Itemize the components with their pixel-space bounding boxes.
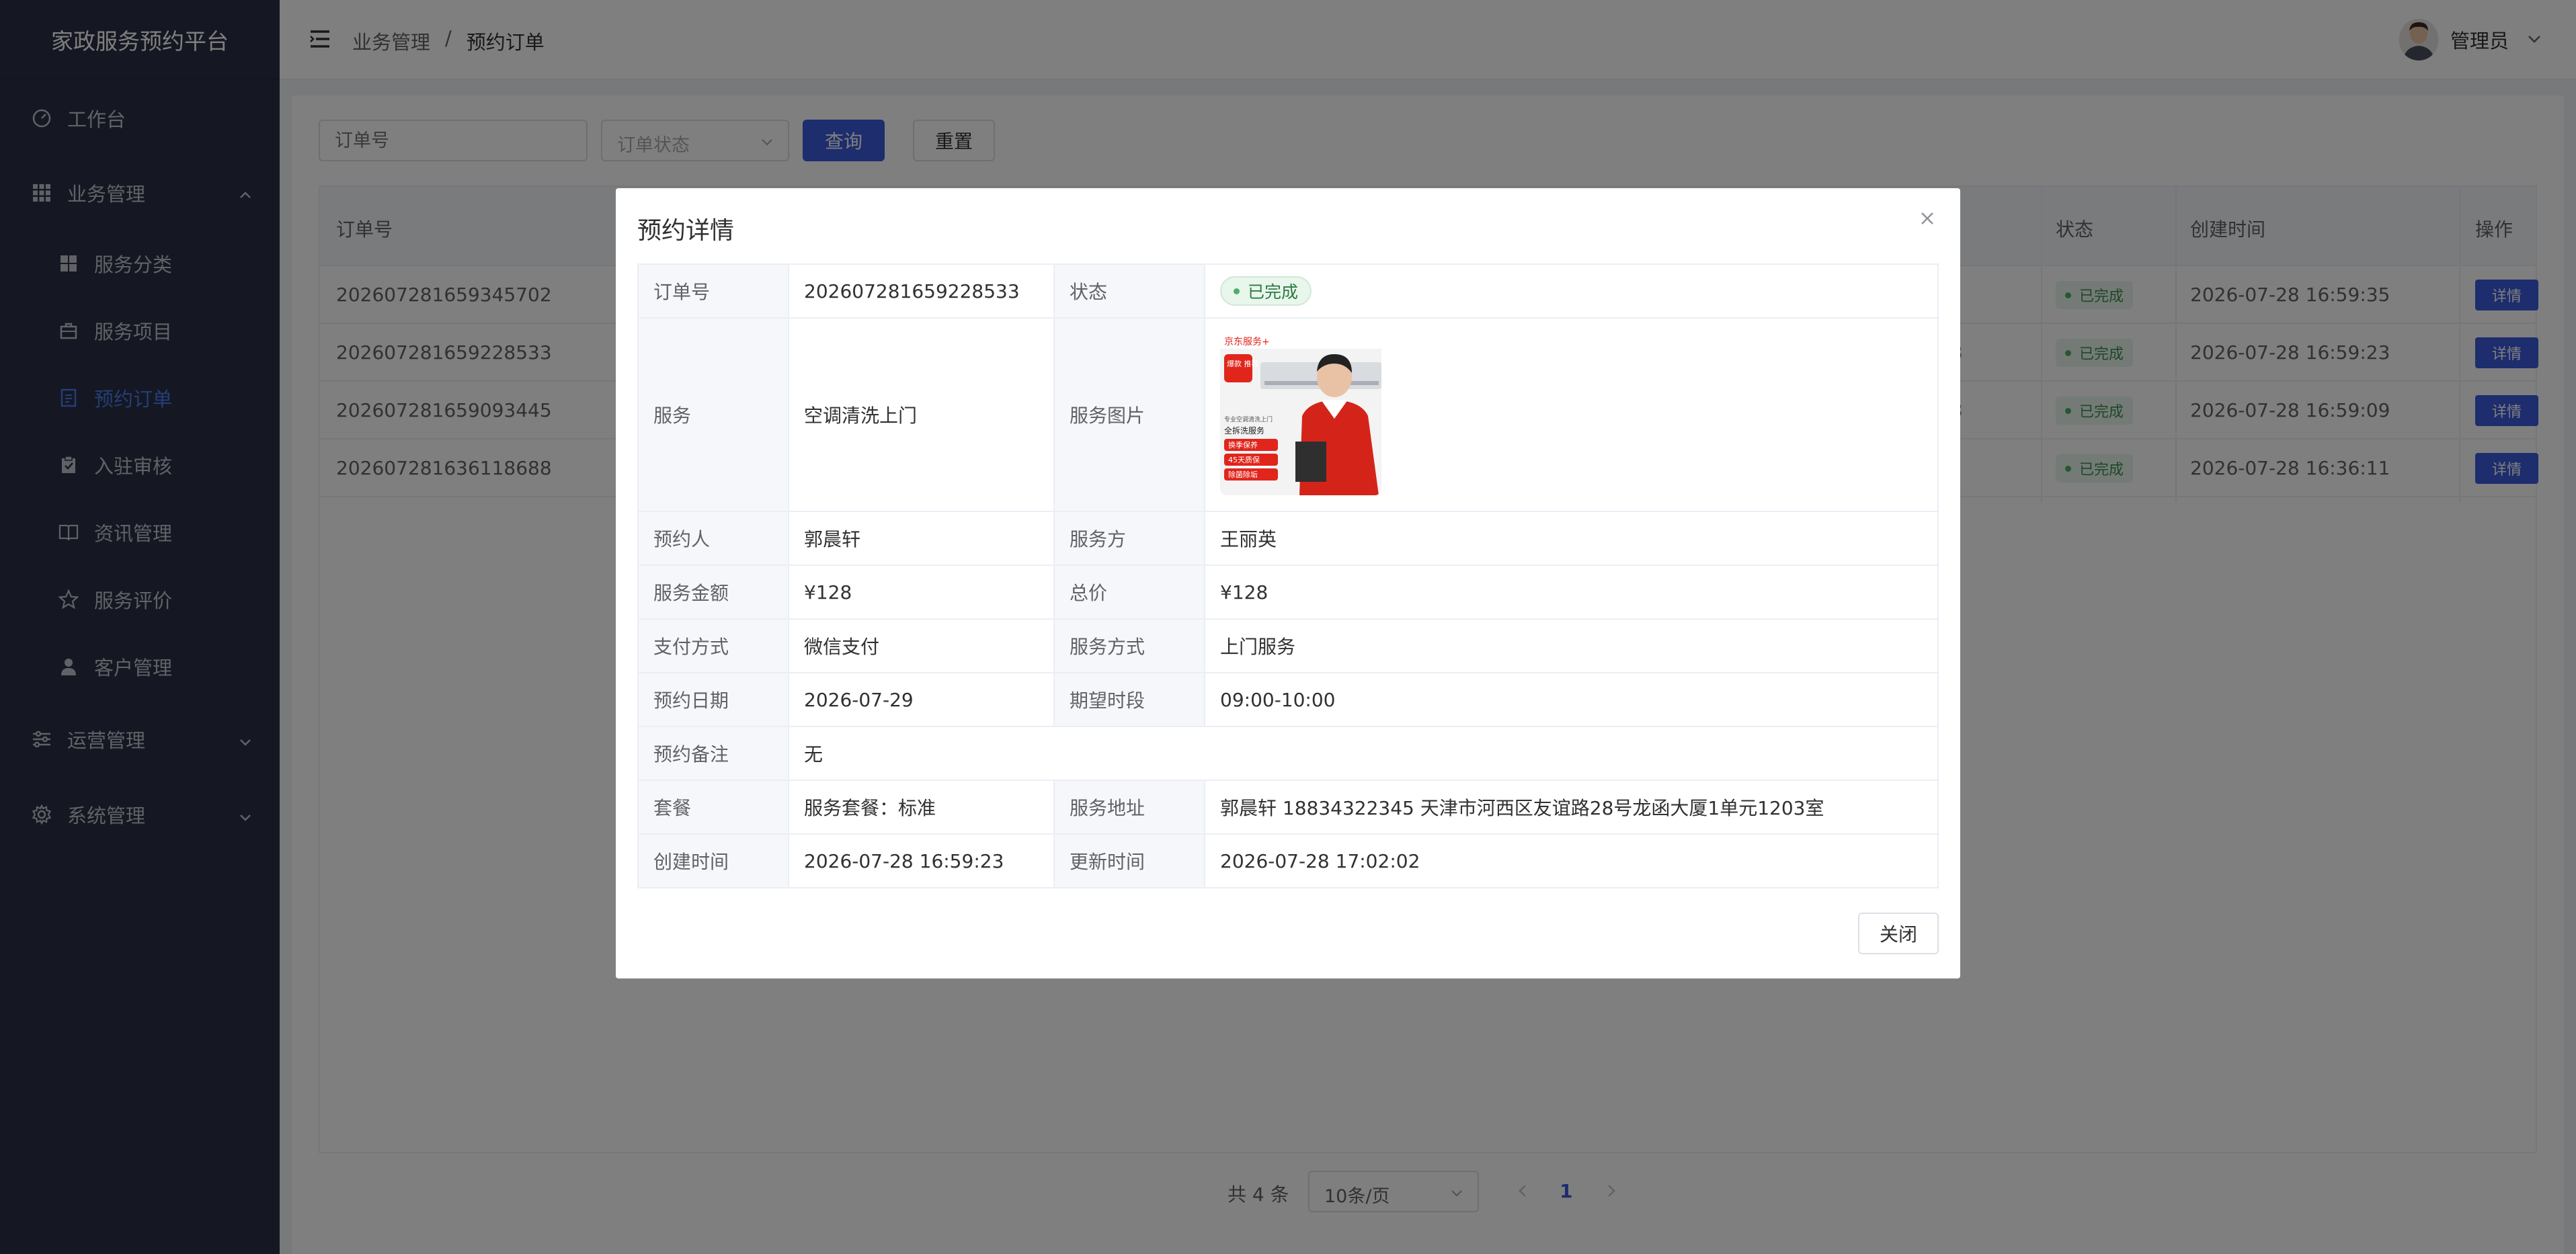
- value-created: 2026-07-28 16:59:23: [788, 833, 1055, 888]
- detail-table: 订单号 202607281659228533 状态 已完成 服务 空调清洗上门 …: [637, 263, 1939, 888]
- image-chip-2: 45天质保: [1228, 455, 1260, 464]
- label-slot: 期望时段: [1053, 672, 1205, 727]
- label-amount: 服务金额: [637, 565, 789, 620]
- label-status: 状态: [1053, 263, 1205, 319]
- image-headline-small: 专业空调清洗上门: [1224, 415, 1273, 423]
- label-mode: 服务方式: [1053, 618, 1205, 673]
- value-updated: 2026-07-28 17:02:02: [1204, 833, 1939, 888]
- dialog-title: 预约详情: [637, 217, 735, 245]
- label-payment: 支付方式: [637, 618, 789, 673]
- order-detail-dialog: 预约详情 订单号 202607281659228533 状态 已完成 服务 空调…: [616, 188, 1960, 978]
- value-payment: 微信支付: [788, 618, 1055, 673]
- value-provider: 王丽英: [1204, 511, 1939, 566]
- label-service: 服务: [637, 317, 789, 512]
- value-date: 2026-07-29: [788, 672, 1055, 727]
- value-amount: ¥128: [788, 565, 1055, 620]
- image-chip-1: 换季保养: [1228, 440, 1258, 450]
- service-image[interactable]: 京东服务+ 爆款 推荐 专业空调清洗上门 全拆洗服务 换季保养 45天质保 除菌…: [1220, 334, 1381, 495]
- image-badge-text: 爆款 推荐: [1227, 359, 1259, 368]
- label-total: 总价: [1053, 565, 1205, 620]
- image-chip-3: 除菌除垢: [1228, 470, 1258, 479]
- label-address: 服务地址: [1053, 780, 1205, 835]
- label-provider: 服务方: [1053, 511, 1205, 566]
- value-service: 空调清洗上门: [788, 317, 1055, 512]
- value-remark: 无: [788, 726, 1939, 781]
- image-headline: 全拆洗服务: [1224, 425, 1264, 435]
- value-slot: 09:00-10:00: [1204, 672, 1939, 727]
- value-status: 已完成: [1204, 263, 1939, 319]
- value-package: 服务套餐：标准: [788, 780, 1055, 835]
- label-order-no: 订单号: [637, 263, 789, 319]
- value-mode: 上门服务: [1204, 618, 1939, 673]
- image-brand-text: 京东服务+: [1224, 337, 1270, 347]
- label-date: 预约日期: [637, 672, 789, 727]
- status-badge: 已完成: [1220, 276, 1312, 306]
- label-image: 服务图片: [1053, 317, 1205, 512]
- label-created: 创建时间: [637, 833, 789, 888]
- value-order-no: 202607281659228533: [788, 263, 1055, 319]
- close-icon[interactable]: [1919, 210, 1936, 230]
- value-booker: 郭晨轩: [788, 511, 1055, 566]
- label-package: 套餐: [637, 780, 789, 835]
- value-total: ¥128: [1204, 565, 1939, 620]
- label-remark: 预约备注: [637, 726, 789, 781]
- value-image: 京东服务+ 爆款 推荐 专业空调清洗上门 全拆洗服务 换季保养 45天质保 除菌…: [1204, 317, 1939, 512]
- value-address: 郭晨轩 18834322345 天津市河西区友谊路28号龙函大厦1单元1203室: [1204, 780, 1939, 835]
- close-button[interactable]: 关闭: [1858, 913, 1939, 954]
- label-updated: 更新时间: [1053, 833, 1205, 888]
- label-booker: 预约人: [637, 511, 789, 566]
